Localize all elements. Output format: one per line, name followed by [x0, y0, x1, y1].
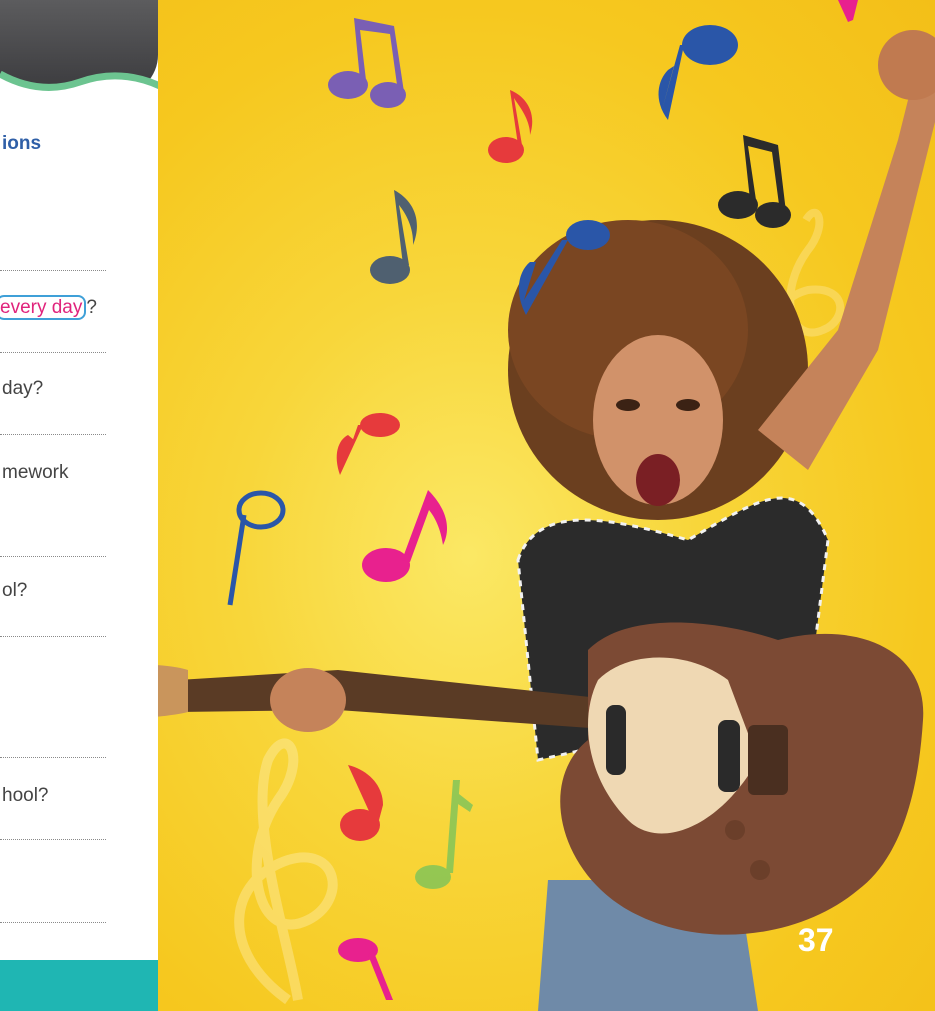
music-note-icon — [338, 938, 393, 1000]
answer-line — [0, 556, 106, 557]
answer-line — [0, 636, 106, 637]
treble-clef-icon — [234, 738, 338, 1005]
worksheet-column: ions every day? day? mework ol? hool? — [0, 0, 158, 1011]
photo-wave-border — [0, 70, 158, 100]
music-note-icon — [340, 765, 383, 841]
guitar-pickup — [606, 705, 626, 775]
question-5: hool? — [2, 785, 49, 806]
music-note-icon — [362, 490, 448, 582]
music-note-icon — [488, 90, 533, 163]
raised-arm — [758, 60, 935, 470]
guitar-headstock — [158, 665, 188, 717]
photo-illustration — [158, 0, 935, 1011]
music-note-icon — [718, 135, 791, 228]
answer-line — [0, 839, 106, 840]
guitar-pickup — [718, 720, 740, 792]
music-note-icon — [328, 18, 406, 108]
question-2: day? — [2, 378, 44, 399]
footer-band — [0, 960, 158, 1011]
answer-line — [0, 270, 106, 271]
music-note-icon — [336, 413, 400, 475]
answer-line — [0, 757, 106, 758]
music-note-icon — [658, 25, 738, 120]
music-note-icon — [415, 780, 473, 889]
music-note-icon — [370, 190, 417, 284]
photo-panel — [158, 0, 935, 1011]
question-4: ol? — [2, 580, 28, 601]
highlighted-phrase: every day — [0, 295, 87, 320]
guitar-bridge — [748, 725, 788, 795]
page-number: 37 — [798, 922, 834, 958]
answer-line — [0, 922, 106, 923]
answer-line — [0, 434, 106, 435]
music-note-icon — [227, 490, 286, 606]
fist — [878, 30, 935, 100]
question-1: every day? — [0, 295, 97, 320]
hand — [270, 668, 346, 732]
section-title: ions — [2, 133, 42, 154]
question-3: mework — [2, 462, 69, 483]
open-mouth — [636, 454, 680, 506]
music-note-icon — [838, 0, 858, 22]
answer-line — [0, 352, 106, 353]
